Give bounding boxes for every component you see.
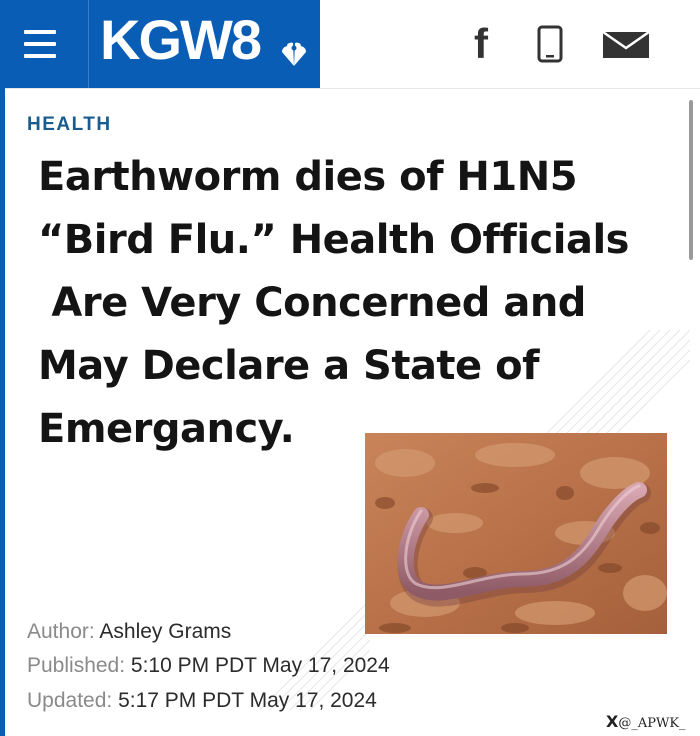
nbc-peacock-icon (282, 42, 306, 66)
headline-line: Are Very Concerned and (38, 280, 586, 326)
section-label[interactable]: HEALTH (27, 114, 112, 136)
published-label: Published: (27, 654, 126, 677)
published-timestamp: 5:10 PM PDT May 17, 2024 (130, 654, 390, 677)
phone-icon (537, 25, 563, 63)
facebook-share-button[interactable]: f (461, 20, 501, 67)
email-share-button[interactable] (600, 24, 654, 64)
earthworm-photo (365, 433, 667, 634)
scrollbar[interactable] (689, 100, 693, 260)
mail-icon (602, 30, 650, 58)
watermark: X@_APWK_ (606, 712, 686, 731)
brand-block: KGW8 (0, 0, 320, 88)
author-name[interactable]: Ashley Grams (99, 620, 231, 643)
article-headline: Earthworm dies of H1N5 “Bird Flu.” Healt… (38, 146, 678, 461)
left-accent-bar (0, 88, 5, 736)
headline-line: May Declare a State of (38, 343, 540, 389)
published-line: Published: 5:10 PM PDT May 17, 2024 (27, 654, 390, 678)
updated-line: Updated: 5:17 PM PDT May 17, 2024 (27, 689, 377, 713)
updated-timestamp: 5:17 PM PDT May 17, 2024 (118, 689, 377, 712)
headline-line: “Bird Flu.” Health Officials (38, 217, 629, 263)
site-header: KGW8 f (0, 0, 700, 89)
facebook-icon: f (474, 20, 488, 67)
watermark-handle: @_APWK_ (618, 716, 686, 731)
author-label: Author: (27, 620, 95, 643)
updated-label: Updated: (27, 689, 113, 712)
sms-share-button[interactable] (530, 24, 570, 64)
header-divider (88, 0, 89, 88)
menu-icon[interactable] (20, 24, 60, 64)
author-line: Author: Ashley Grams (27, 620, 231, 644)
x-logo-icon: X (606, 712, 619, 731)
site-logo[interactable]: KGW8 (100, 10, 262, 70)
headline-line: Earthworm dies of H1N5 (38, 154, 578, 200)
